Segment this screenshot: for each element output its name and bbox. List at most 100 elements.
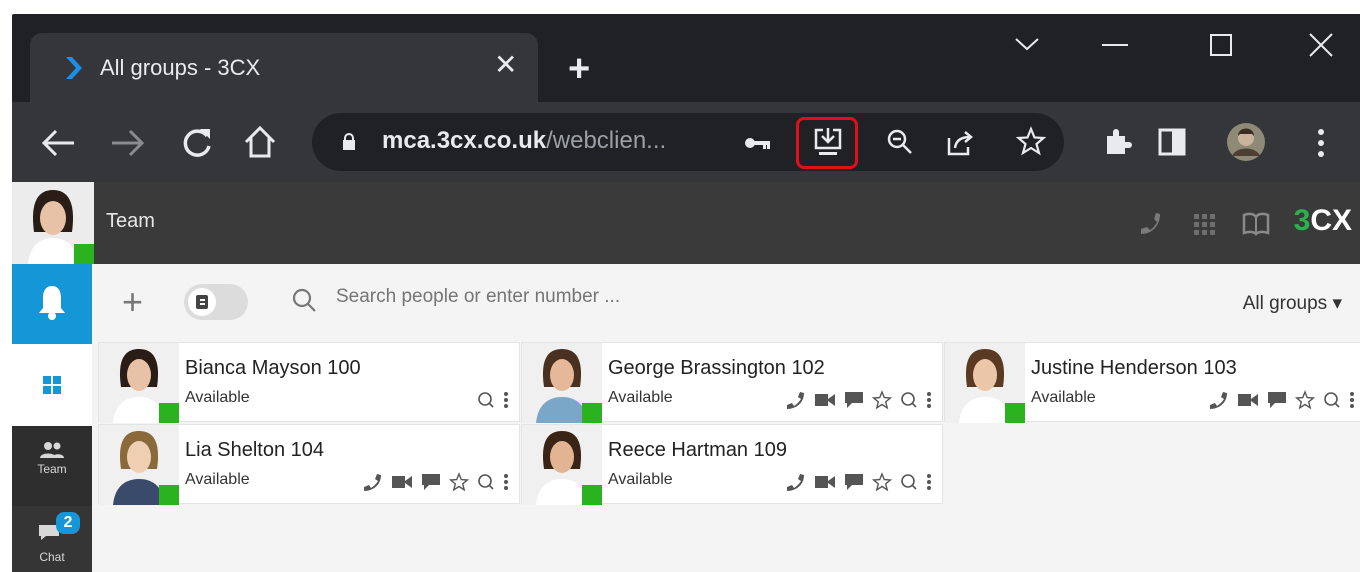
contact-status: Available: [1031, 389, 1096, 406]
install-app-icon[interactable]: [813, 126, 843, 158]
sidebar-item-windows-app[interactable]: [12, 344, 92, 426]
close-window-icon[interactable]: [1308, 32, 1334, 58]
extensions-icon[interactable]: [1102, 126, 1132, 156]
contact-status: Available: [608, 389, 673, 406]
dialpad-icon[interactable]: [1194, 214, 1216, 236]
contact-card[interactable]: Justine Henderson 103 Available: [944, 342, 1360, 423]
search-input[interactable]: [336, 286, 1056, 308]
contact-actions: [1207, 389, 1355, 411]
contact-card[interactable]: George Brassington 102 Available: [521, 342, 943, 423]
back-icon[interactable]: [40, 128, 76, 158]
favorite-star-icon[interactable]: [449, 472, 469, 492]
page-title: Team: [106, 210, 155, 232]
video-call-icon[interactable]: [1237, 391, 1259, 409]
toggle-knob: [188, 288, 216, 316]
contact-actions: [784, 389, 932, 411]
reload-icon[interactable]: [180, 126, 214, 160]
search-contact-icon[interactable]: [900, 472, 918, 492]
favorite-star-icon[interactable]: [872, 390, 892, 410]
3cx-logo: 3CX: [1293, 204, 1352, 237]
presence-indicator: [1005, 403, 1025, 423]
url-text: mca.3cx.co.uk/webclien...: [382, 127, 667, 154]
tab-search-chevron-icon[interactable]: [1014, 36, 1040, 52]
contact-name: Reece Hartman 109: [608, 439, 787, 461]
presence-indicator: [159, 485, 179, 505]
lock-icon[interactable]: [342, 133, 356, 151]
contact-actions: [361, 471, 509, 493]
chat-unread-badge: 2: [56, 512, 80, 534]
sidebar-item-team[interactable]: Team: [12, 426, 92, 506]
phonebook-icon[interactable]: [1242, 212, 1270, 236]
profile-avatar-icon[interactable]: [1226, 122, 1266, 162]
user-avatar[interactable]: [12, 182, 94, 264]
browser-tab[interactable]: All groups - 3CX ✕: [30, 33, 538, 104]
contacts-toggle[interactable]: [184, 284, 248, 320]
key-icon[interactable]: [744, 134, 772, 152]
call-icon[interactable]: [361, 471, 383, 493]
more-options-icon[interactable]: [926, 472, 932, 492]
team-icon: [40, 442, 64, 458]
contact-name: George Brassington 102: [608, 357, 825, 379]
search-toolbar: + All groups ▾: [92, 264, 1360, 342]
zoom-out-icon[interactable]: [886, 128, 914, 156]
bell-icon: [39, 286, 65, 320]
contact-status: Available: [185, 471, 250, 488]
search-icon: [292, 288, 316, 312]
favorite-star-icon[interactable]: [872, 472, 892, 492]
contact-actions: [477, 389, 509, 411]
video-call-icon[interactable]: [391, 473, 413, 491]
video-call-icon[interactable]: [814, 473, 836, 491]
chat-icon[interactable]: [1267, 391, 1287, 409]
minimize-icon[interactable]: [1102, 44, 1128, 48]
contact-status: Available: [608, 471, 673, 488]
chat-icon[interactable]: [844, 473, 864, 491]
sidebar-item-chat[interactable]: 2 Chat: [12, 506, 92, 572]
bookmark-star-icon[interactable]: [1016, 126, 1046, 156]
chat-icon[interactable]: [844, 391, 864, 409]
contact-card[interactable]: Reece Hartman 109 Available: [521, 424, 943, 505]
side-panel-icon[interactable]: [1158, 128, 1186, 156]
search-contact-icon[interactable]: [900, 390, 918, 410]
contact-name: Justine Henderson 103: [1031, 357, 1237, 379]
chat-icon[interactable]: [421, 473, 441, 491]
home-icon[interactable]: [242, 124, 278, 160]
search-contact-icon[interactable]: [1323, 390, 1341, 410]
favorite-star-icon[interactable]: [1295, 390, 1315, 410]
video-call-icon[interactable]: [814, 391, 836, 409]
windows-icon: [43, 376, 61, 394]
presence-indicator: [582, 485, 602, 505]
forward-icon[interactable]: [110, 128, 146, 158]
contact-name: Lia Shelton 104: [185, 439, 325, 461]
add-contact-button[interactable]: +: [122, 284, 143, 320]
search-contact-icon[interactable]: [477, 472, 495, 492]
contact-card[interactable]: Bianca Mayson 100 Available: [98, 342, 520, 423]
contact-status: Available: [185, 389, 250, 406]
sidebar-item-notifications[interactable]: [12, 264, 92, 344]
address-book-icon: [196, 295, 208, 309]
contact-name: Bianca Mayson 100: [185, 357, 361, 379]
more-options-icon[interactable]: [926, 390, 932, 410]
sidebar-item-label: Chat: [39, 550, 65, 564]
contact-actions: [784, 471, 932, 493]
presence-indicator: [582, 403, 602, 423]
menu-dots-icon[interactable]: [1316, 128, 1326, 158]
call-icon[interactable]: [784, 471, 806, 493]
new-tab-button[interactable]: +: [568, 50, 590, 88]
call-icon[interactable]: [784, 389, 806, 411]
sidebar-item-label: Team: [37, 462, 67, 476]
app-header: Team 3CX: [12, 182, 1360, 264]
groups-dropdown[interactable]: All groups ▾: [1243, 292, 1342, 315]
more-options-icon[interactable]: [503, 390, 509, 410]
app-sidebar: Team 2 Chat: [12, 264, 92, 572]
tab-title: All groups - 3CX: [100, 55, 261, 80]
more-options-icon[interactable]: [503, 472, 509, 492]
share-icon[interactable]: [946, 128, 976, 156]
tab-close-icon[interactable]: ✕: [494, 51, 517, 79]
3cx-favicon-icon: [66, 57, 82, 79]
search-contact-icon[interactable]: [477, 390, 495, 410]
call-icon[interactable]: [1207, 389, 1229, 411]
phone-icon[interactable]: [1138, 210, 1164, 236]
more-options-icon[interactable]: [1349, 390, 1355, 410]
maximize-icon[interactable]: [1210, 34, 1232, 56]
contact-card[interactable]: Lia Shelton 104 Available: [98, 424, 520, 505]
